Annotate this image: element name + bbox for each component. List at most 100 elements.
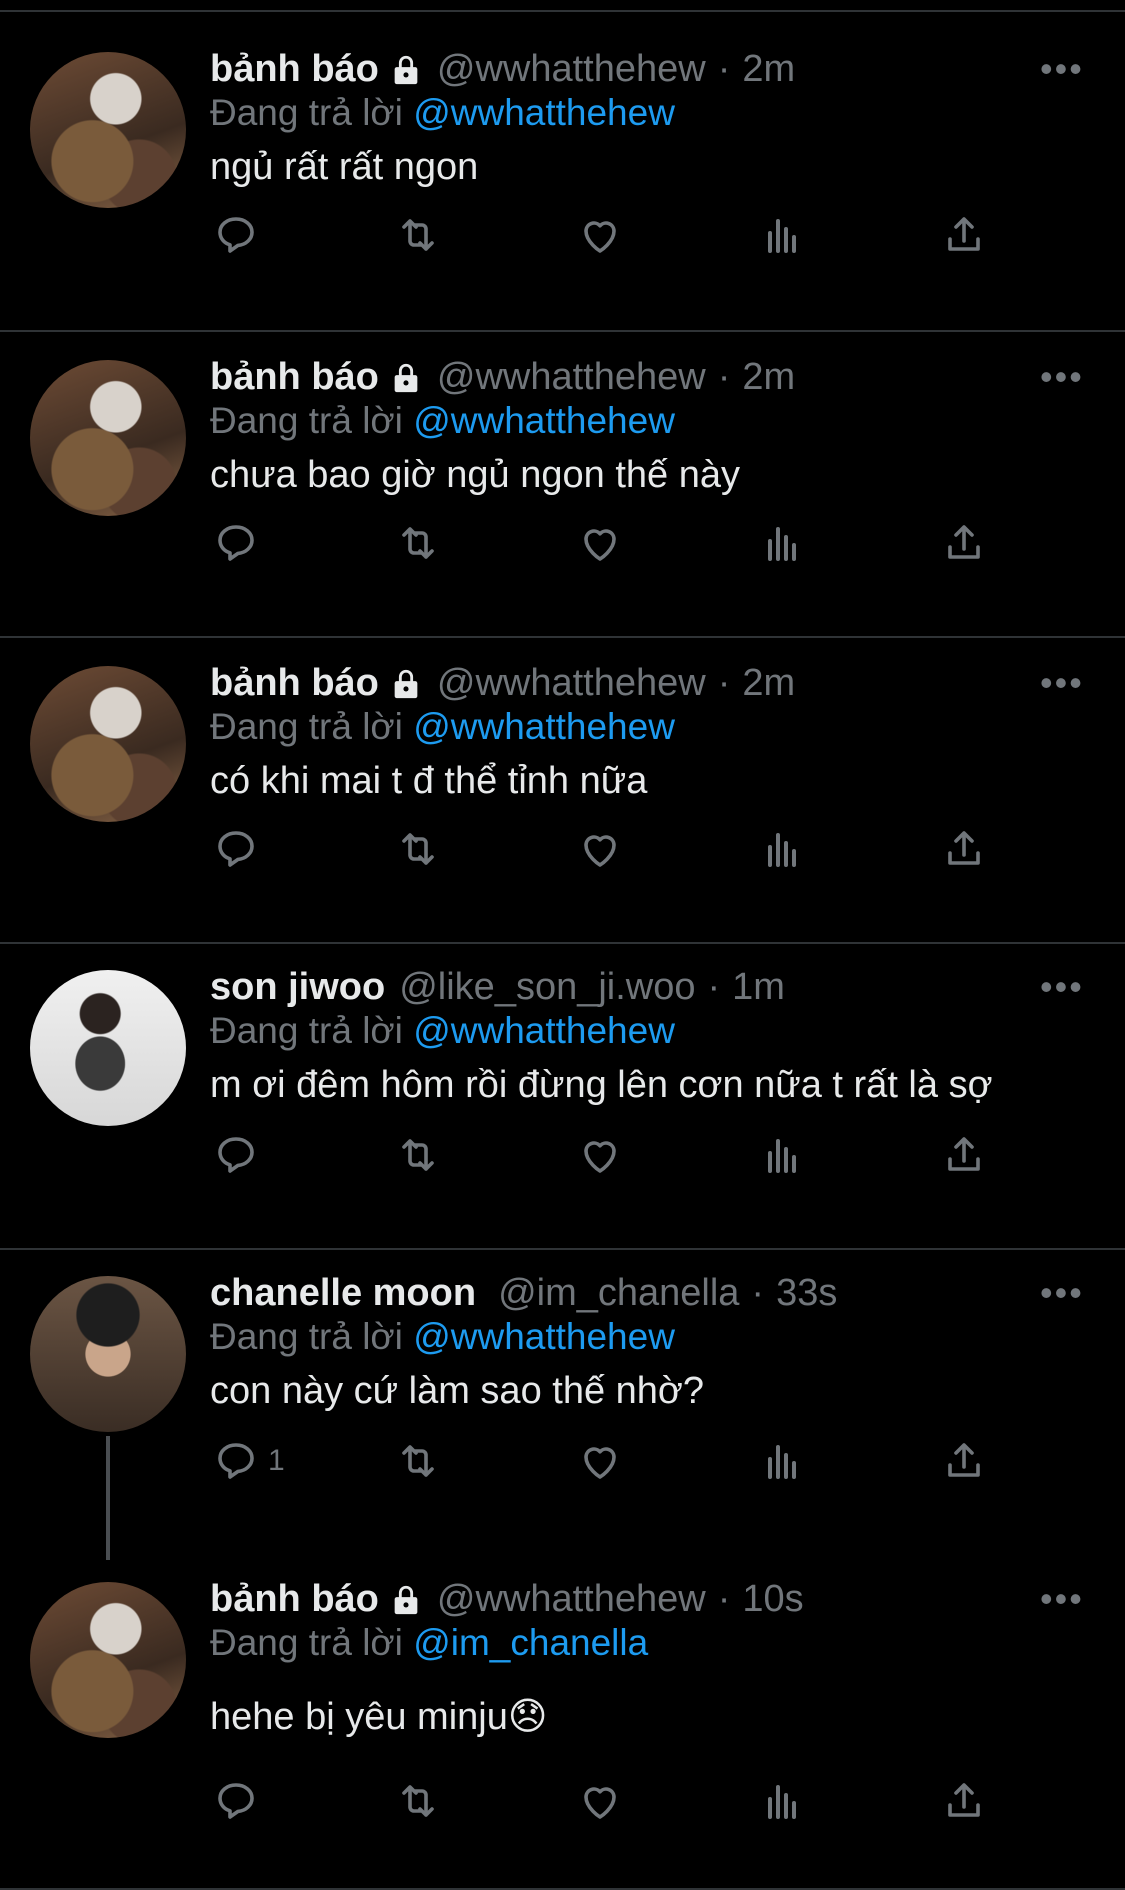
handle[interactable]: @wwhatthehew xyxy=(437,48,706,91)
analytics-button[interactable] xyxy=(758,210,806,260)
reply-icon xyxy=(218,1783,254,1819)
action-bar xyxy=(210,1776,1010,1826)
tweet[interactable]: bảnh báo @wwhatthehew · 2m ••• Đang trả … xyxy=(0,332,1125,638)
more-icon[interactable]: ••• xyxy=(1040,1272,1084,1314)
more-icon[interactable]: ••• xyxy=(1040,48,1084,90)
replying-to: Đang trả lời @wwhatthehew xyxy=(210,706,675,748)
reply-icon xyxy=(218,217,254,253)
retweet-button[interactable] xyxy=(394,210,442,260)
mention-link[interactable]: @wwhatthehew xyxy=(413,1010,675,1051)
share-button[interactable] xyxy=(940,518,988,568)
tweet[interactable]: chanelle moon @im_chanella · 33s ••• Đan… xyxy=(0,1250,1125,1560)
more-icon[interactable]: ••• xyxy=(1040,1578,1084,1620)
display-name[interactable]: son jiwoo xyxy=(210,966,385,1009)
tweet[interactable]: bảnh báo @wwhatthehew · 10s ••• Đang trả… xyxy=(0,1556,1125,1890)
mention-link[interactable]: @im_chanella xyxy=(413,1622,648,1663)
tweet[interactable]: son jiwoo @like_son_ji.woo · 1m ••• Đang… xyxy=(0,944,1125,1250)
timestamp[interactable]: 33s xyxy=(776,1272,837,1315)
display-name[interactable]: bảnh báo xyxy=(210,48,379,91)
handle[interactable]: @like_son_ji.woo xyxy=(399,966,695,1009)
timestamp[interactable]: 10s xyxy=(742,1578,803,1621)
timestamp[interactable]: 2m xyxy=(742,48,795,91)
replying-to: Đang trả lời @im_chanella xyxy=(210,1622,648,1664)
like-button[interactable] xyxy=(576,1436,624,1486)
retweet-icon xyxy=(402,1445,434,1477)
share-icon xyxy=(948,217,980,251)
display-name[interactable]: bảnh báo xyxy=(210,1578,379,1621)
display-name[interactable]: bảnh báo xyxy=(210,662,379,705)
reply-prefix: Đang trả lời xyxy=(210,1622,403,1663)
avatar[interactable] xyxy=(30,1276,186,1432)
mention-link[interactable]: @wwhatthehew xyxy=(413,400,675,441)
avatar[interactable] xyxy=(30,52,186,208)
reply-button[interactable] xyxy=(212,1130,268,1180)
like-button[interactable] xyxy=(576,824,624,874)
reply-button[interactable] xyxy=(212,1776,268,1826)
handle[interactable]: @im_chanella xyxy=(498,1272,739,1315)
handle[interactable]: @wwhatthehew xyxy=(437,356,706,399)
retweet-icon xyxy=(402,833,434,865)
retweet-button[interactable] xyxy=(394,1436,442,1486)
like-button[interactable] xyxy=(576,518,624,568)
reply-icon xyxy=(218,831,254,867)
retweet-button[interactable] xyxy=(394,1130,442,1180)
lock-icon xyxy=(389,359,423,397)
timestamp[interactable]: 1m xyxy=(732,966,785,1009)
separator: · xyxy=(717,356,731,398)
handle[interactable]: @wwhatthehew xyxy=(437,662,706,705)
reply-button[interactable] xyxy=(212,210,268,260)
share-button[interactable] xyxy=(940,1776,988,1826)
share-button[interactable] xyxy=(940,210,988,260)
retweet-button[interactable] xyxy=(394,824,442,874)
display-name[interactable]: bảnh báo xyxy=(210,356,379,399)
like-icon xyxy=(584,529,616,561)
analytics-button[interactable] xyxy=(758,824,806,874)
like-icon xyxy=(584,1141,616,1173)
retweet-icon xyxy=(402,527,434,559)
reply-prefix: Đang trả lời xyxy=(210,400,403,441)
tweet-header: chanelle moon @im_chanella · 33s xyxy=(210,1272,837,1315)
action-bar xyxy=(210,518,1010,568)
replying-to: Đang trả lời @wwhatthehew xyxy=(210,1316,675,1358)
avatar[interactable] xyxy=(30,666,186,822)
reply-icon xyxy=(218,1443,254,1479)
avatar[interactable] xyxy=(30,970,186,1126)
mention-link[interactable]: @wwhatthehew xyxy=(413,706,675,747)
like-button[interactable] xyxy=(576,1776,624,1826)
timestamp[interactable]: 2m xyxy=(742,356,795,399)
more-icon[interactable]: ••• xyxy=(1040,662,1084,704)
like-icon xyxy=(584,1447,616,1479)
analytics-button[interactable] xyxy=(758,1776,806,1826)
share-icon xyxy=(948,1443,980,1477)
display-name[interactable]: chanelle moon xyxy=(210,1272,476,1315)
avatar[interactable] xyxy=(30,1582,186,1738)
like-button[interactable] xyxy=(576,1130,624,1180)
tweet-text: m ơi đêm hôm rồi đừng lên cơn nữa t rất … xyxy=(210,1064,993,1106)
share-button[interactable] xyxy=(940,1130,988,1180)
analytics-button[interactable] xyxy=(758,1130,806,1180)
share-button[interactable] xyxy=(940,824,988,874)
analytics-icon xyxy=(768,527,796,561)
avatar[interactable] xyxy=(30,360,186,516)
more-icon[interactable]: ••• xyxy=(1040,966,1084,1008)
tweet-text: hehe bị yêu minju😞 xyxy=(210,1696,548,1738)
reply-button[interactable] xyxy=(212,518,268,568)
mention-link[interactable]: @wwhatthehew xyxy=(413,92,675,133)
reply-icon xyxy=(218,1137,254,1173)
timestamp[interactable]: 2m xyxy=(742,662,795,705)
retweet-button[interactable] xyxy=(394,518,442,568)
tweet[interactable]: bảnh báo @wwhatthehew · 2m ••• Đang trả … xyxy=(0,638,1125,944)
reply-button[interactable]: 1 xyxy=(212,1436,285,1486)
tweet[interactable]: bảnh báo @wwhatthehew · 2m ••• Đang trả … xyxy=(0,12,1125,332)
tweet-header: bảnh báo @wwhatthehew · 2m xyxy=(210,662,795,705)
share-button[interactable] xyxy=(940,1436,988,1486)
more-icon[interactable]: ••• xyxy=(1040,356,1084,398)
analytics-button[interactable] xyxy=(758,1436,806,1486)
handle[interactable]: @wwhatthehew xyxy=(437,1578,706,1621)
reply-button[interactable] xyxy=(212,824,268,874)
like-button[interactable] xyxy=(576,210,624,260)
analytics-button[interactable] xyxy=(758,518,806,568)
retweet-button[interactable] xyxy=(394,1776,442,1826)
separator: · xyxy=(751,1272,765,1314)
mention-link[interactable]: @wwhatthehew xyxy=(413,1316,675,1357)
